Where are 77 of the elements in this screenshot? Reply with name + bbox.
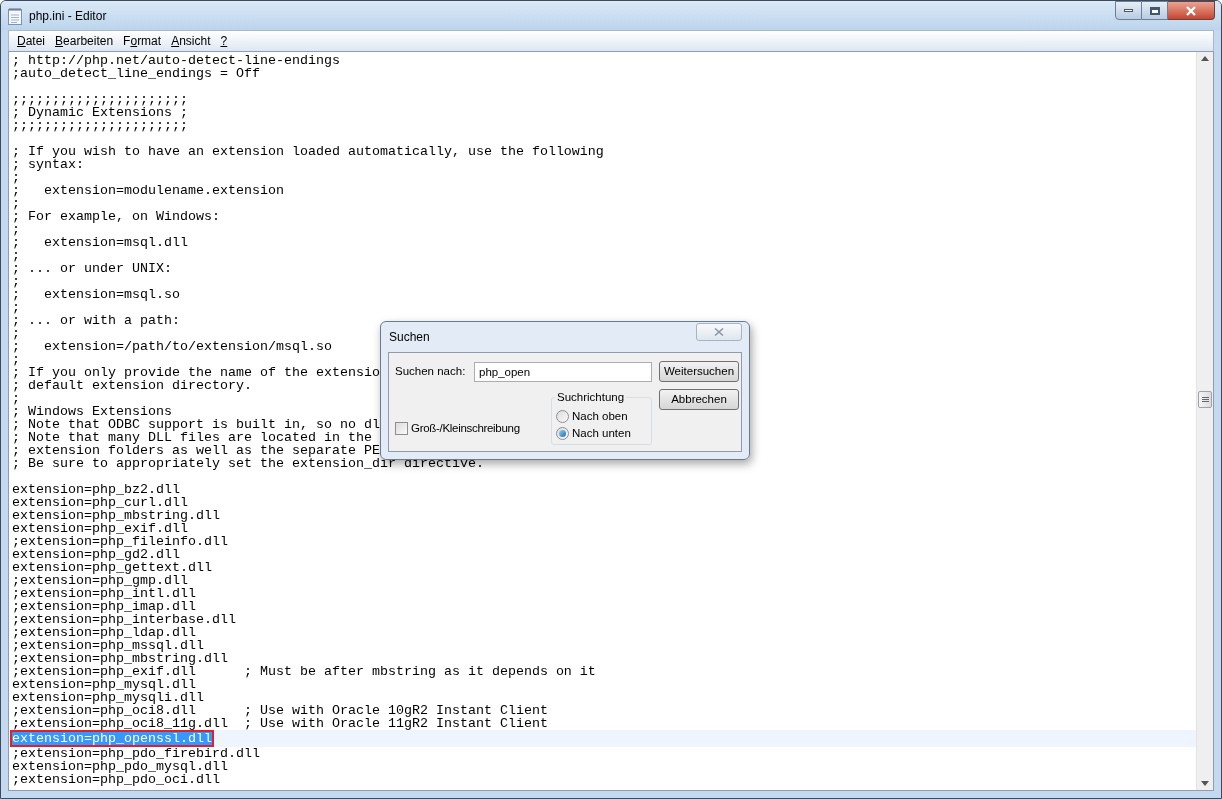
code-line: ;extension=php_oci8_11g.dll ; Use with Oracle 11gR2 Instant Client xyxy=(11,717,549,730)
group-title: Suchrichtung xyxy=(555,390,627,404)
code-line: ; If you only provide the name of the extensio xyxy=(11,366,381,379)
minimize-button[interactable] xyxy=(1115,1,1142,20)
code-line: ;extension=php_ldap.dll xyxy=(11,626,196,639)
code-line: ; Be sure to appropriately set the extension_dir directive. xyxy=(11,457,485,470)
code-line: ; extension=msql.dll xyxy=(11,236,189,249)
code-line: ; default extension directory. xyxy=(11,379,253,392)
code-line: ;extension=php_exif.dll ; Must be after mbstring as it depends on it xyxy=(11,665,597,678)
match-case-checkbox[interactable]: Groß-/Kleinschreibung xyxy=(395,419,520,437)
menu-item[interactable]: Format xyxy=(119,32,166,50)
code-line: ;;;;;;;;;;;;;;;;;;;;;; xyxy=(11,93,189,106)
code-line: ;extension=php_intl.dll xyxy=(11,587,197,600)
code-line: ;extension=php_pdo_firebird.dll xyxy=(11,747,261,760)
find-next-button[interactable]: Weitersuchen xyxy=(659,361,739,382)
code-line: extension=php_mysqli.dll xyxy=(11,691,205,704)
code-line: ;extension=php_interbase.dll xyxy=(11,613,237,626)
dialog-title: Suchen xyxy=(388,329,430,346)
code-line: extension=php_pdo_mysql.dll xyxy=(11,760,228,773)
code-line: ;auto_detect_line_endings = Off xyxy=(11,67,260,80)
code-line: extension=php_gd2.dll xyxy=(11,548,180,561)
code-line: ; syntax: xyxy=(11,158,85,171)
code-line: ; Windows Extensions xyxy=(11,405,173,418)
window-title: php.ini - Editor xyxy=(29,7,107,25)
close-icon xyxy=(714,328,724,336)
code-line: ; If you wish to have an extension loaded automatically, use the following xyxy=(11,145,605,158)
radio-option[interactable]: Nach oben xyxy=(556,409,647,423)
code-line: ; Note that many DLL files are located in the xyxy=(11,431,373,444)
code-line: extension=php_exif.dll xyxy=(11,522,188,535)
notepad-icon xyxy=(7,6,23,25)
code-line: extension=php_gettext.dll xyxy=(11,561,213,574)
code-line: ;extension=php_pdo_oci.dll xyxy=(11,773,220,786)
code-line: extension=php_mbstring.dll xyxy=(11,509,221,522)
menu-item[interactable]: Datei xyxy=(13,32,50,50)
code-line: ; ... or with a path: xyxy=(11,314,181,327)
code-line: ; extension=msql.so xyxy=(11,288,181,301)
code-line: extension=php_bz2.dll xyxy=(11,483,180,496)
code-line: ; xyxy=(11,275,21,288)
close-icon xyxy=(1185,5,1197,16)
search-label: Suchen nach: xyxy=(395,363,467,379)
code-line: ; Note that ODBC support is built in, so no dl xyxy=(11,418,381,431)
code-line: ; xyxy=(11,249,21,262)
code-line: ; For example, on Windows: xyxy=(11,210,221,223)
code-line: ; xyxy=(11,327,21,340)
code-line: ; Dynamic Extensions ; xyxy=(11,106,189,119)
code-line: ;extension=php_fileinfo.dll xyxy=(11,535,229,548)
code-line: ;extension=php_gmp.dll xyxy=(11,574,188,587)
code-line: extension=php_mysql.dll xyxy=(11,678,196,691)
code-line: ;extension=php_imap.dll xyxy=(11,600,196,613)
code-line: ; xyxy=(11,197,21,210)
code-line: extension=php_curl.dll xyxy=(11,496,188,509)
scroll-up-icon[interactable] xyxy=(1201,56,1209,61)
code-line: ;;;;;;;;;;;;;;;;;;;;;; xyxy=(11,119,189,132)
code-line: ; extension folders as well as the separate PE xyxy=(11,444,380,457)
code-line: ; xyxy=(11,171,21,184)
scrollbar-thumb[interactable] xyxy=(1198,391,1212,408)
search-field[interactable]: php_open xyxy=(474,361,652,382)
code-line: ;extension=php_mssql.dll xyxy=(11,639,204,652)
menu-item[interactable]: Bearbeiten xyxy=(51,32,118,50)
code-line: ; extension=/path/to/extension/msql.so xyxy=(11,340,333,353)
code-line: ; http://php.net/auto-detect-line-endings xyxy=(11,54,341,67)
maximize-button[interactable] xyxy=(1142,1,1168,20)
scrollbar[interactable] xyxy=(1196,52,1213,790)
menu-item[interactable]: Ansicht xyxy=(167,32,215,50)
close-button[interactable] xyxy=(1168,1,1215,20)
code-line: ; xyxy=(11,392,21,405)
cancel-button[interactable]: Abbrechen xyxy=(659,389,739,410)
radio-option[interactable]: Nach unten xyxy=(556,426,647,440)
code-line: ;extension=php_oci8.dll ; Use with Oracle 10gR2 Instant Client xyxy=(11,704,549,717)
code-line: ; ... or under UNIX: xyxy=(11,262,173,275)
code-line: ;extension=php_mbstring.dll xyxy=(11,652,229,665)
code-line: ; xyxy=(11,223,21,236)
scroll-down-icon[interactable] xyxy=(1201,781,1209,786)
menu-item[interactable]: ? xyxy=(216,32,232,50)
code-line: ; xyxy=(11,353,21,366)
code-line: ; extension=modulename.extension xyxy=(11,184,285,197)
code-line: ; xyxy=(11,301,21,314)
